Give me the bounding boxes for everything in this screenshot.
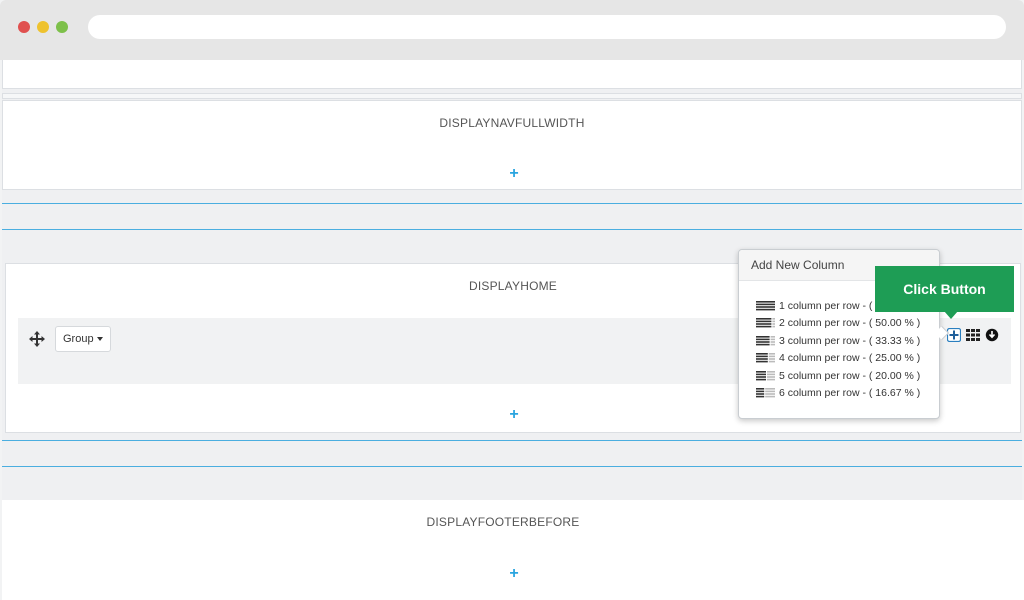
column-option-label: 1 column per row - (	[779, 300, 873, 312]
column-layout-icon	[756, 301, 776, 311]
maximize-window-button[interactable]	[56, 21, 68, 33]
divider-line	[2, 203, 1022, 204]
add-column-icon[interactable]	[946, 327, 962, 343]
hook-separator	[2, 93, 1022, 99]
column-option-label: 5 column per row - ( 20.00 % )	[779, 369, 921, 382]
top-hook-panel	[2, 60, 1022, 89]
hook-panel-navfullwidth: DISPLAYNAVFULLWIDTH +	[2, 100, 1022, 190]
add-row-button[interactable]: +	[504, 164, 524, 184]
browser-chrome	[0, 0, 1024, 60]
caret-down-icon	[96, 337, 103, 342]
tooltip-arrow	[944, 311, 958, 319]
grid-icon[interactable]	[966, 328, 980, 342]
hook-title: DISPLAYNAVFULLWIDTH	[439, 116, 585, 130]
minimize-window-button[interactable]	[37, 21, 49, 33]
divider-line	[2, 229, 1022, 230]
browser-window: DISPLAYNAVFULLWIDTH + DISPLAYHOME Group	[0, 0, 1024, 600]
click-button-tooltip: Click Button	[875, 266, 1014, 312]
column-option-label: 6 column per row - ( 16.67 % )	[779, 387, 921, 399]
column-layout-icon	[756, 370, 776, 381]
address-bar[interactable]	[88, 15, 1006, 39]
move-arrows-icon[interactable]	[28, 330, 46, 348]
download-circle-icon[interactable]	[985, 328, 999, 342]
divider-line	[2, 466, 1022, 467]
column-option-label: 3 column per row - ( 33.33 % )	[779, 334, 921, 347]
hook-title: DISPLAYFOOTERBEFORE	[426, 515, 580, 529]
column-layout-icon	[756, 335, 776, 346]
column-layout-icon	[756, 353, 776, 363]
group-dropdown[interactable]: Group	[55, 326, 111, 352]
divider-line	[2, 440, 1022, 441]
add-row-button[interactable]: +	[504, 405, 524, 425]
close-window-button[interactable]	[18, 21, 30, 33]
column-option-label: 2 column per row - ( 50.00 % )	[779, 317, 921, 330]
column-option-label: 4 column per row - ( 25.00 % )	[779, 352, 921, 365]
column-layout-icon	[756, 388, 776, 398]
group-dropdown-label: Group	[63, 333, 94, 345]
column-layout-icon	[756, 318, 776, 328]
add-row-button[interactable]: +	[504, 564, 524, 584]
hook-panel-footerbefore: DISPLAYFOOTERBEFORE +	[2, 500, 1024, 600]
